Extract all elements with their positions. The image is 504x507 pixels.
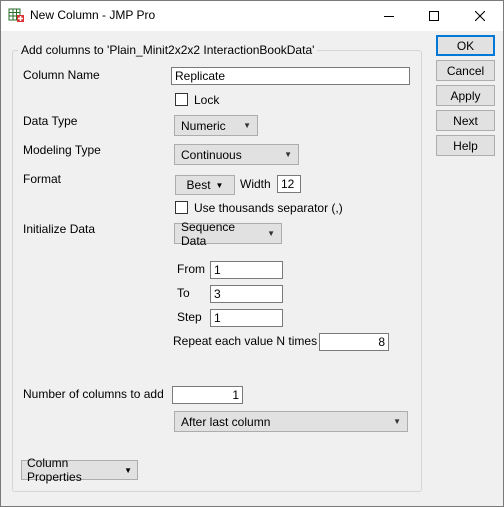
next-button[interactable]: Next [436, 110, 495, 131]
modeling-type-label: Modeling Type [23, 143, 101, 157]
window-title: New Column - JMP Pro [30, 8, 156, 22]
initialize-data-label: Initialize Data [23, 222, 96, 236]
chevron-down-icon: ▼ [393, 417, 401, 426]
num-columns-input[interactable]: 1 [172, 386, 243, 404]
apply-button[interactable]: Apply [436, 85, 495, 106]
width-input[interactable]: 12 [277, 175, 301, 193]
repeat-label: Repeat each value N times [173, 334, 318, 348]
group-legend: Add columns to 'Plain_Minit2x2x2 Interac… [18, 43, 318, 57]
step-input[interactable]: 1 [210, 309, 283, 327]
format-label: Format [23, 172, 62, 186]
thousands-separator-checkbox[interactable] [175, 201, 188, 214]
chevron-down-icon: ▼ [243, 121, 251, 130]
minimize-button[interactable] [366, 1, 412, 31]
dropdown-arrow-icon: ▼ [215, 180, 224, 190]
chevron-down-icon: ▼ [284, 150, 292, 159]
close-icon [475, 11, 485, 21]
maximize-icon [429, 11, 439, 21]
minimize-icon [384, 16, 394, 17]
maximize-button[interactable] [411, 1, 457, 31]
lock-label: Lock [194, 93, 220, 107]
jmp-table-icon [8, 7, 24, 23]
column-position-dropdown[interactable]: After last column ▼ [174, 411, 408, 432]
width-label: Width [240, 177, 271, 191]
ok-button[interactable]: OK [436, 35, 495, 56]
dropdown-arrow-icon: ▼ [124, 465, 132, 475]
initialize-data-dropdown[interactable]: Sequence Data ▼ [174, 220, 282, 248]
column-properties-label: Column Properties [27, 456, 82, 484]
cancel-button[interactable]: Cancel [436, 60, 495, 81]
format-value: Best [186, 178, 211, 192]
from-label: From [177, 262, 205, 276]
num-columns-label: Number of columns to add [23, 387, 164, 401]
initialize-data-value: Sequence Data [181, 219, 236, 248]
data-type-value: Numeric [181, 118, 226, 133]
column-name-input[interactable]: Replicate [171, 67, 410, 85]
data-type-dropdown[interactable]: Numeric ▼ [174, 115, 258, 136]
step-label: Step [177, 310, 202, 324]
modeling-type-dropdown[interactable]: Continuous ▼ [174, 144, 299, 165]
column-position-value: After last column [181, 414, 271, 429]
thousands-separator-label: Use thousands separator (,) [194, 201, 343, 215]
chevron-down-icon: ▼ [267, 229, 275, 238]
column-properties-button[interactable]: Column Properties ▼ [21, 456, 138, 484]
repeat-input[interactable]: 8 [319, 333, 389, 351]
format-menu-button[interactable]: Best ▼ [175, 175, 235, 195]
column-name-label: Column Name [23, 68, 100, 82]
modeling-type-value: Continuous [181, 147, 242, 162]
data-type-label: Data Type [23, 114, 78, 128]
from-input[interactable]: 1 [210, 261, 283, 279]
help-button[interactable]: Help [436, 135, 495, 156]
to-input[interactable]: 3 [210, 285, 283, 303]
close-button[interactable] [457, 1, 503, 31]
to-label: To [177, 286, 190, 300]
lock-checkbox[interactable] [175, 93, 188, 106]
